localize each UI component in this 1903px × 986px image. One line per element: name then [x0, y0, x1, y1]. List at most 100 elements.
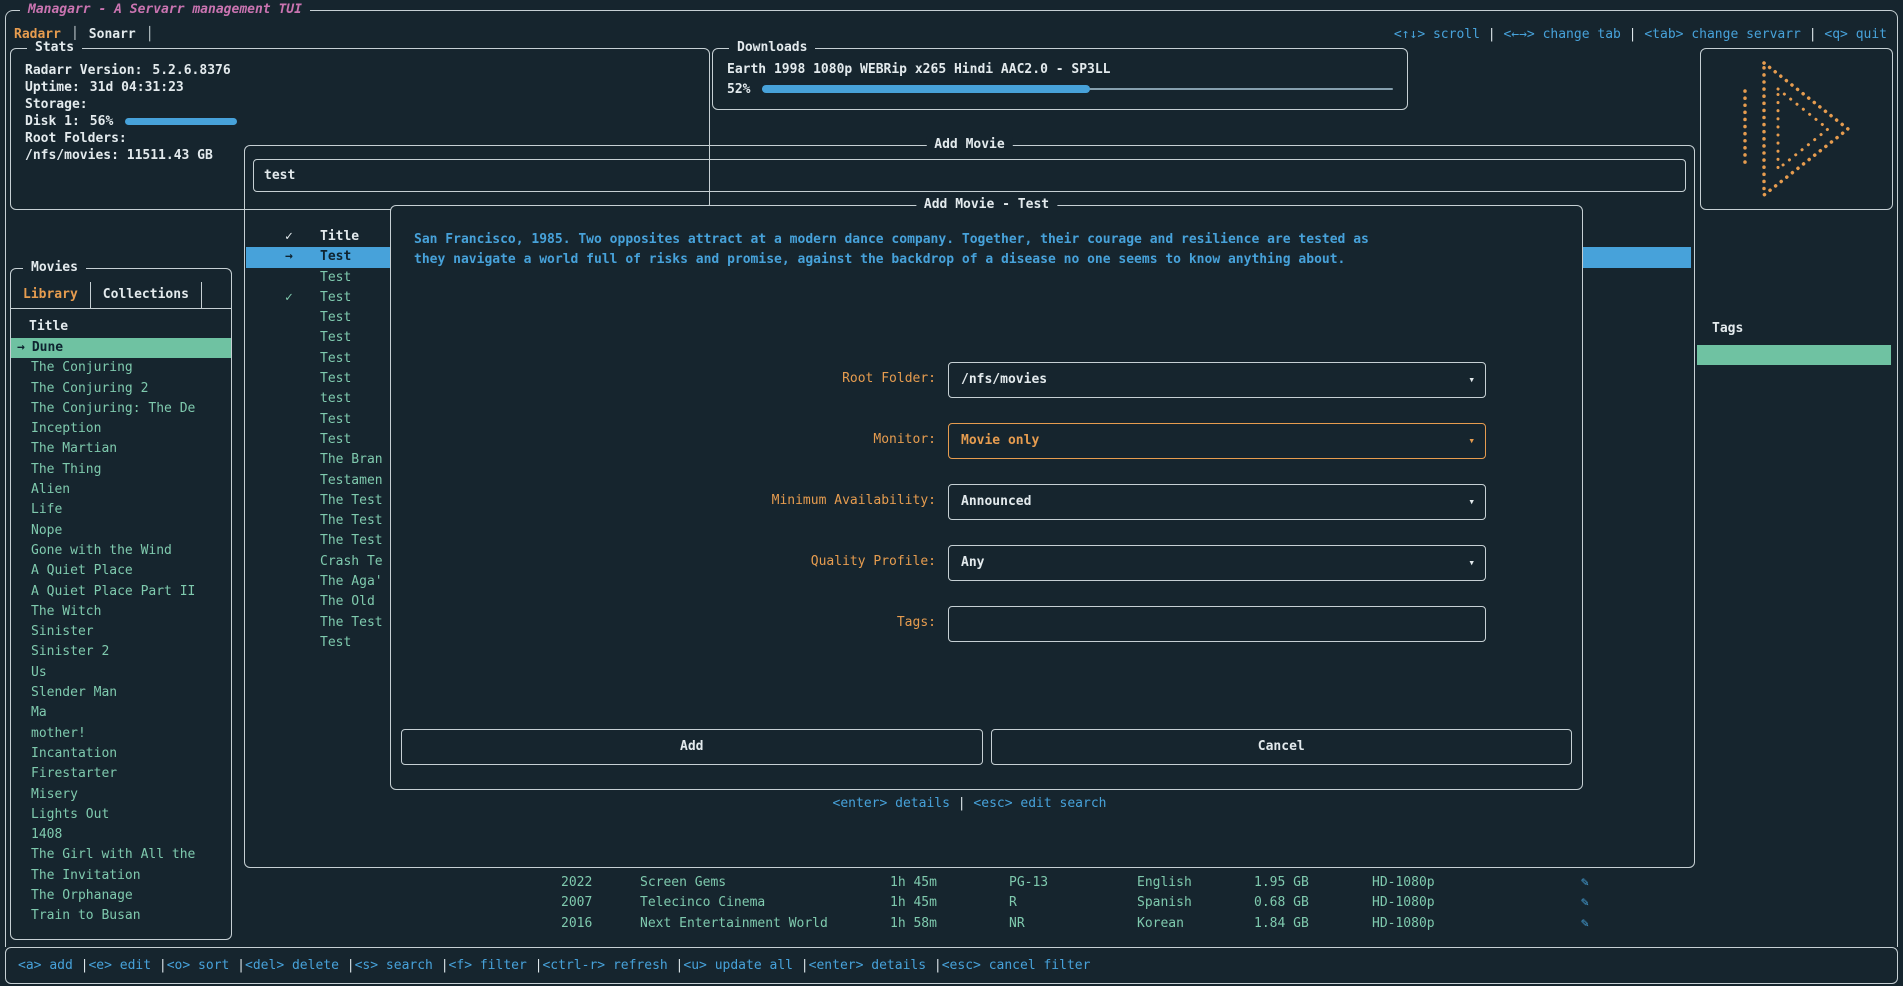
download-item[interactable]: Earth 1998 1080p WEBRip x265 Hindi AAC2.…: [727, 61, 1393, 79]
add-movie-title: Add Movie: [926, 137, 1012, 152]
edit-icon: ✎: [1581, 893, 1589, 913]
movie-list-item[interactable]: →1408: [11, 825, 231, 845]
table-row[interactable]: 2016 Next Entertainment World 1h 58m NR …: [244, 914, 1894, 934]
search-box: [253, 159, 1686, 192]
root-folder-row: Root Folder: /nfs/movies ▾: [391, 362, 1582, 398]
managarr-app: Managarr - A Servarr management TUI Rada…: [0, 0, 1903, 986]
movie-list-item[interactable]: →Us: [11, 663, 231, 683]
movie-list-item[interactable]: →Sinister 2: [11, 642, 231, 662]
movie-list-item[interactable]: →The Martian: [11, 439, 231, 459]
movie-list-item[interactable]: →The Witch: [11, 602, 231, 622]
tags-column-header: Tags: [1712, 321, 1743, 336]
movie-list-item[interactable]: →Life: [11, 500, 231, 520]
key-hint: <ctrl-r> refresh: [542, 958, 683, 973]
tab-library[interactable]: Library: [11, 282, 91, 308]
root-folder-select[interactable]: /nfs/movies ▾: [948, 362, 1486, 398]
downloads-title: Downloads: [729, 40, 815, 55]
modal-buttons: Add Cancel: [401, 729, 1572, 765]
movie-list: →Dune→The Conjuring→The Conjuring 2→The …: [11, 338, 231, 927]
tags-label: Tags:: [391, 615, 936, 630]
chevron-down-icon: ▾: [1468, 363, 1475, 397]
storage-label: Storage:: [25, 97, 88, 112]
movie-list-item[interactable]: →mother!: [11, 724, 231, 744]
movie-list-item[interactable]: →The Orphanage: [11, 886, 231, 906]
movie-list-item[interactable]: →The Girl with All the: [11, 845, 231, 865]
table-row[interactable]: 2022 Screen Gems 1h 45m PG-13 English 1.…: [244, 873, 1894, 893]
key-hint: <e> edit: [88, 958, 166, 973]
movie-list-item[interactable]: →The Thing: [11, 460, 231, 480]
disk-label: Disk 1:: [25, 114, 80, 129]
selected-row-highlight: [1697, 345, 1891, 365]
movie-list-item[interactable]: →Misery: [11, 785, 231, 805]
top-keybindings: <↑↓> scroll<←→> change tab<tab> change s…: [1394, 27, 1887, 42]
logo-panel: [1700, 48, 1893, 210]
quality-profile-label: Quality Profile:: [391, 554, 936, 569]
movie-list-item[interactable]: →The Conjuring: [11, 358, 231, 378]
movie-list-item[interactable]: →Sinister: [11, 622, 231, 642]
key-hint: <a> add: [18, 958, 88, 973]
tags-input[interactable]: [949, 607, 1485, 641]
monitor-select[interactable]: Movie only ▾: [948, 423, 1486, 459]
movie-list-item[interactable]: →Ma: [11, 703, 231, 723]
movie-list-item[interactable]: →Firestarter: [11, 764, 231, 784]
tab-collections[interactable]: Collections: [91, 282, 202, 308]
uptime-label: Uptime:: [25, 80, 80, 95]
cancel-button[interactable]: Cancel: [991, 729, 1573, 765]
chevron-down-icon: ▾: [1468, 485, 1475, 519]
root-folder-label: Root Folder:: [391, 371, 936, 386]
movie-list-item[interactable]: →Gone with the Wind: [11, 541, 231, 561]
download-progress-track: [762, 85, 1393, 93]
key-hint: <o> sort: [167, 958, 245, 973]
disk-percent: 56%: [90, 114, 113, 129]
add-button[interactable]: Add: [401, 729, 983, 765]
movie-list-item[interactable]: →Incantation: [11, 744, 231, 764]
tags-field: [948, 606, 1486, 642]
key-hint: <enter> details: [833, 796, 974, 811]
movie-list-item[interactable]: →Alien: [11, 480, 231, 500]
key-hint: <tab> change servarr: [1644, 27, 1824, 42]
tab-divider: │: [146, 27, 154, 42]
chevron-down-icon: ▾: [1468, 424, 1475, 458]
minimum-availability-select[interactable]: Announced ▾: [948, 484, 1486, 520]
search-input[interactable]: [254, 160, 1685, 191]
key-hint: <↑↓> scroll: [1394, 27, 1504, 42]
key-hint: <enter> details: [809, 958, 942, 973]
tab-sonarr[interactable]: Sonarr: [89, 27, 136, 42]
key-hint: <esc> edit search: [973, 796, 1106, 811]
movie-list-item[interactable]: →Train to Busan: [11, 906, 231, 926]
bottom-keybindings-bar: <a> add<e> edit<o> sort<del> delete<s> s…: [5, 947, 1898, 984]
edit-icon: ✎: [1581, 914, 1589, 934]
movie-list-item[interactable]: →Slender Man: [11, 683, 231, 703]
stats-title: Stats: [27, 40, 82, 55]
movie-list-item[interactable]: →A Quiet Place: [11, 561, 231, 581]
uptime-value: 31d 04:31:23: [90, 80, 184, 95]
edit-icon: ✎: [1581, 873, 1589, 893]
modal-title: Add Movie - Test: [916, 197, 1057, 212]
movie-list-item[interactable]: →The Conjuring: The De: [11, 399, 231, 419]
quality-profile-row: Quality Profile: Any ▾: [391, 545, 1582, 581]
add-movie-form: Root Folder: /nfs/movies ▾ Monitor: Movi…: [391, 206, 1582, 789]
download-progress-fill: [762, 85, 1090, 93]
title-column-header: Title: [11, 319, 231, 334]
downloads-panel: Downloads Earth 1998 1080p WEBRip x265 H…: [712, 48, 1408, 110]
movie-list-item[interactable]: →Nope: [11, 521, 231, 541]
root-folders-label: Root Folders:: [25, 131, 127, 146]
version-label: Radarr Version:: [25, 63, 142, 78]
selection-arrow-icon: →: [285, 249, 293, 264]
quality-profile-select[interactable]: Any ▾: [948, 545, 1486, 581]
download-percent: 52%: [727, 82, 750, 97]
in-library-column-header: ✓: [285, 227, 320, 247]
movie-list-item[interactable]: →Inception: [11, 419, 231, 439]
table-row[interactable]: 2007 Telecinco Cinema 1h 45m R Spanish 0…: [244, 893, 1894, 913]
movies-title: Movies: [23, 260, 86, 275]
movie-list-item[interactable]: →The Conjuring 2: [11, 379, 231, 399]
check-icon: ✓: [285, 290, 293, 305]
selection-arrow-icon: →: [17, 340, 25, 355]
add-movie-keybindings: <enter> details<esc> edit search: [245, 796, 1694, 811]
movie-list-item[interactable]: →Lights Out: [11, 805, 231, 825]
movie-list-item[interactable]: →Dune: [11, 338, 231, 358]
movie-list-item[interactable]: →The Invitation: [11, 866, 231, 886]
movie-list-item[interactable]: →A Quiet Place Part II: [11, 582, 231, 602]
movies-panel: Movies Library Collections Title →Dune→T…: [10, 268, 232, 940]
key-hint: <del> delete: [245, 958, 355, 973]
